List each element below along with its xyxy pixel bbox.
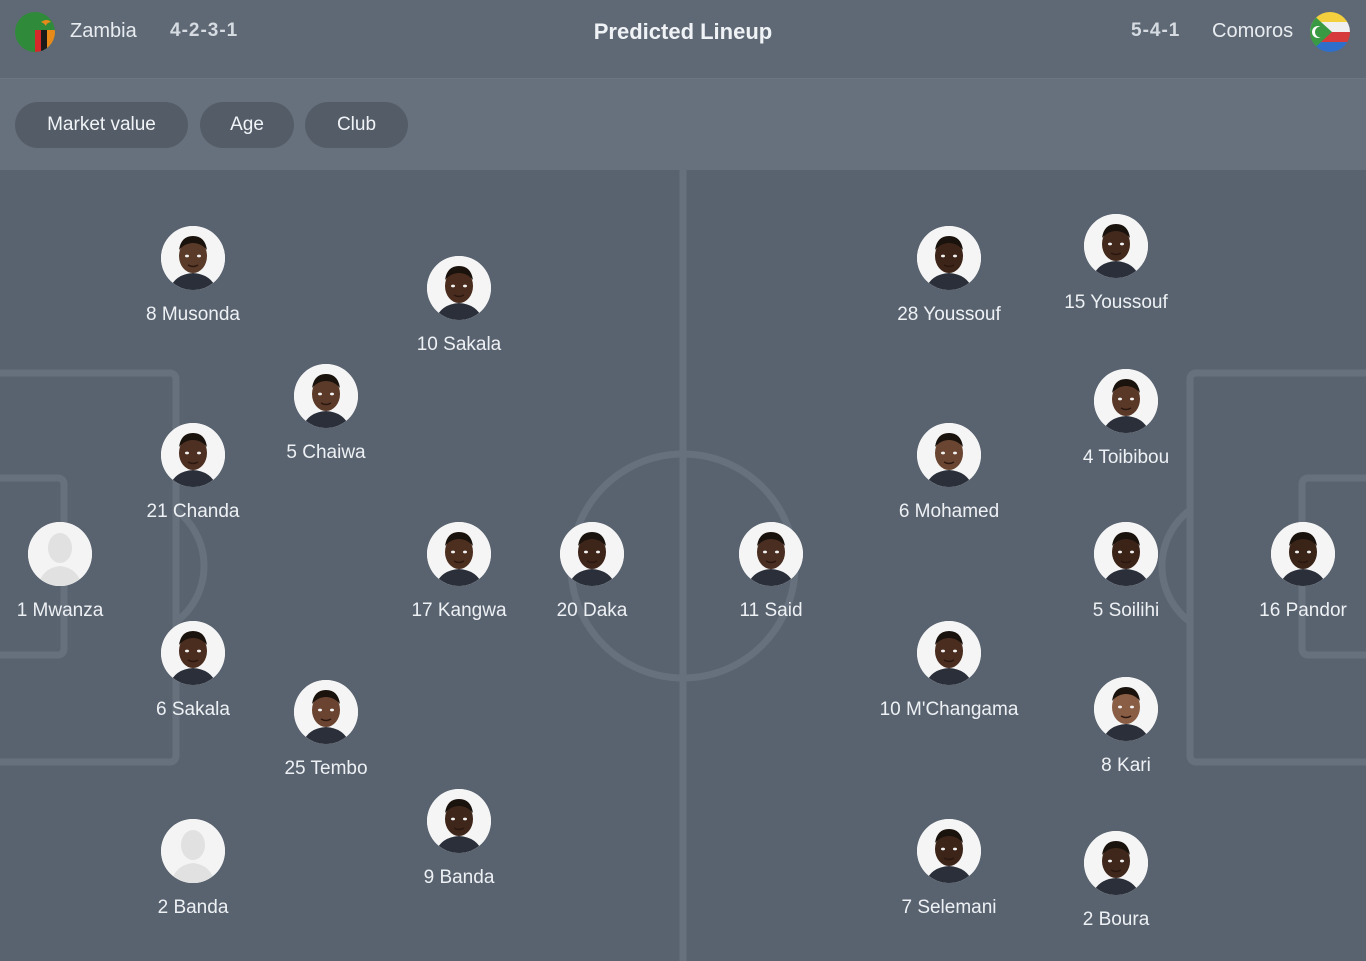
player-name: 10 Sakala (416, 334, 502, 355)
player-name: 9 Banda (423, 867, 495, 888)
player-avatar (917, 423, 981, 487)
away-player-8-kari[interactable]: 8 Kari (1026, 677, 1226, 777)
home-player-20-daka[interactable]: 20 Daka (492, 522, 692, 622)
away-player-16-pandor[interactable]: 16 Pandor (1203, 522, 1366, 622)
away-player-5-soilihi[interactable]: 5 Soilihi (1026, 522, 1226, 622)
player-avatar (1094, 369, 1158, 433)
lineup-header: Zambia 4-2-3-1 Predicted Lineup 5-4-1 Co… (0, 0, 1366, 79)
player-name: 21 Chanda (146, 501, 240, 522)
filter-bar: Market value Age Club (0, 79, 1366, 170)
home-player-2-banda[interactable]: 2 Banda (93, 819, 293, 919)
player-avatar (161, 226, 225, 290)
player-avatar (1084, 831, 1148, 895)
away-team-name: Comoros (1212, 20, 1294, 42)
player-name: 6 Mohamed (898, 501, 1000, 522)
player-avatar (1094, 677, 1158, 741)
away-player-10-m-changama[interactable]: 10 M'Changama (849, 621, 1049, 721)
player-name: 8 Musonda (145, 304, 240, 325)
player-avatar (1084, 214, 1148, 278)
away-player-2-boura[interactable]: 2 Boura (1016, 831, 1216, 931)
player-avatar (917, 819, 981, 883)
home-player-8-musonda[interactable]: 8 Musonda (93, 226, 293, 326)
player-name: 25 Tembo (284, 758, 368, 779)
player-avatar (917, 621, 981, 685)
home-player-1-mwanza[interactable]: 1 Mwanza (0, 522, 160, 622)
away-player-15-youssouf[interactable]: 15 Youssouf (1016, 214, 1216, 314)
player-avatar (1094, 522, 1158, 586)
player-avatar (560, 522, 624, 586)
away-formation: 5-4-1 (1131, 20, 1181, 41)
player-avatar (427, 522, 491, 586)
home-player-10-sakala[interactable]: 10 Sakala (359, 256, 559, 356)
player-name: 11 Said (739, 600, 803, 621)
player-avatar (427, 256, 491, 320)
market-value-filter-button[interactable]: Market value (15, 102, 188, 148)
home-player-25-tembo[interactable]: 25 Tembo (226, 680, 426, 780)
player-avatar (917, 226, 981, 290)
home-player-9-banda[interactable]: 9 Banda (359, 789, 559, 889)
comoros-flag-icon (1310, 12, 1350, 52)
age-filter-button[interactable]: Age (200, 102, 294, 148)
away-player-4-toibibou[interactable]: 4 Toibibou (1026, 369, 1226, 469)
player-avatar (161, 621, 225, 685)
player-name: 2 Boura (1082, 909, 1150, 930)
player-name: 5 Soilihi (1092, 600, 1160, 621)
player-name: 2 Banda (157, 897, 229, 918)
player-avatar (161, 423, 225, 487)
player-name: 8 Kari (1101, 755, 1151, 776)
player-name: 20 Daka (556, 600, 628, 621)
player-avatar (28, 522, 92, 586)
player-name: 10 M'Changama (879, 699, 1019, 720)
away-player-6-mohamed[interactable]: 6 Mohamed (849, 423, 1049, 523)
player-avatar (294, 364, 358, 428)
player-avatar (739, 522, 803, 586)
pitch: 8 Musonda 10 Sakala 5 Chaiwa 21 Chanda 1 Mwa… (0, 170, 1366, 961)
player-name: 4 Toibibou (1082, 447, 1170, 468)
player-avatar (294, 680, 358, 744)
player-avatar (161, 819, 225, 883)
home-player-21-chanda[interactable]: 21 Chanda (93, 423, 293, 523)
club-filter-button[interactable]: Club (305, 102, 408, 148)
player-name: 1 Mwanza (16, 600, 104, 621)
player-name: 16 Pandor (1259, 600, 1347, 621)
player-avatar (427, 789, 491, 853)
player-name: 15 Youssouf (1064, 292, 1168, 313)
player-avatar (1271, 522, 1335, 586)
away-player-11-said[interactable]: 11 Said (671, 522, 871, 622)
